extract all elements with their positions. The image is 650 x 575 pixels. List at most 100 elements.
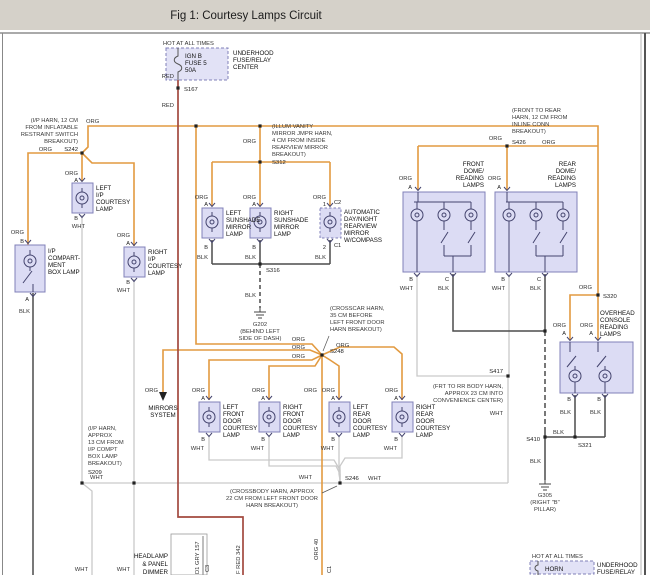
wire-label-org: ORG [145,388,159,394]
wire-label-org: ORG [553,323,567,329]
auto-mirror-label: AUTOMATICDAY/NIGHTREARVIEWMIRRORW/COMPAS… [344,209,382,244]
courtesy-lamps-circuit-diagram: Fig 1: Courtesy Lamps Circuit [0,0,650,575]
wiring-diagram-page: Fig 1: Courtesy Lamps Circuit [0,0,650,575]
splice-label-s242: S242 [64,147,78,153]
splice-dot-s246 [338,481,341,484]
wire-label-blk: BLK [530,286,541,292]
pin-label-b: B [204,245,208,251]
note-s426: (FRONT TO REARHARN, 12 CM FROMINLINE CON… [512,108,568,135]
splice-label-s417: S417 [489,369,503,375]
wire-label-org: ORG [292,345,306,351]
wire-label-red: RED [162,74,174,80]
wire-label-wht: WHT [72,224,86,230]
pin-label-c: C [445,277,449,283]
wire-wht-s209-downleg [82,483,92,575]
wire-label-wht: WHT [251,446,265,452]
headlamp-switch-box [171,534,207,575]
pin-label-b: B [201,437,205,443]
wire-org-ohc-feeds [570,295,598,340]
horn-hot-label: HOT AT ALL TIMES [532,554,583,560]
right-front-door-lamp-box [259,402,280,432]
right-front-door-lamp-label: RIGHTFRONTDOORCOURTESYLAMP [283,404,317,439]
wire-label-blk: BLK [245,255,256,261]
note-s248: (CROSSCAR HARN,35 CM BEFORELEFT FRONT DO… [330,306,385,333]
pin-label-b: B [394,437,398,443]
wire-label-blk: BLK [560,410,571,416]
splice-label-s316: S316 [266,268,280,274]
wire-label-wht: WHT [191,446,205,452]
pin-label-2: 2 [323,245,326,251]
left-front-door-lamp-box [199,402,220,432]
ground-label-g202: G202(BEHIND LEFTSIDE OF DASH) [239,322,282,342]
wire-label-wht: WHT [384,446,398,452]
wire-label-org: ORG [313,195,327,201]
wire-label-org: ORG [243,195,257,201]
wire-org-s248-riser [196,126,322,355]
wire-label-org: ORG [580,323,594,329]
wire-label-wht: WHT [492,286,506,292]
wire-label-org: ORG [385,388,399,394]
right-ip-courtesy-lamp-box [124,247,145,277]
wire-label-org: ORG [322,388,336,394]
wire-label-org: ORG [117,233,131,239]
s248-note-leader [323,336,329,351]
wire-label-blk: BLK [245,293,256,299]
pin-label-b: B [331,437,335,443]
title-bar [0,0,650,30]
right-rear-door-lamp-box [392,402,413,432]
fuse-location-label: UNDERHOODFUSE/RELAYCENTER [233,50,274,71]
wire-label-wht: WHT [117,288,131,294]
junction-dot [543,329,546,332]
wire-label-org: ORG [86,119,100,125]
mirrors-system-arrow-icon [159,392,167,401]
wire-label-blk: BLK [19,309,30,315]
pin-label-a: A [562,331,566,337]
pin-label-1: 1 [323,202,326,208]
splice-dot-s316 [258,262,261,265]
pin-label-c1: C1 [334,243,341,249]
splice-label-s410: S410 [526,437,540,443]
wire-label-blk: BLK [530,459,541,465]
splice-dot-s248 [320,353,323,356]
note-s209: (I/P HARN,APPROX13 CM FROMI/P COMPTBOX L… [88,426,124,467]
wire-label-org: ORG [195,195,209,201]
splice-label-s321: S321 [578,443,592,449]
splice-dot-s321 [573,435,576,438]
pin-label-b: B [252,245,256,251]
splice-dot-s167 [176,86,179,89]
splice-label-s312: S312 [272,160,286,166]
pin-label-b: B [261,437,265,443]
pin-label-b: B [126,280,130,286]
splice-dot-s209 [80,481,83,484]
wire-label-wht: WHT [90,475,104,481]
wire-label-wht: WHT [490,411,504,417]
pin-label-a: A [25,297,29,303]
wire-blk-sunshade-net [212,240,330,264]
wire-label-org: ORG [542,140,556,146]
wire-label-wht: WHT [321,446,335,452]
overhead-console-lamps-box [560,342,633,393]
front-dome-lamps-label: FRONTDOME/READINGLAMPS [456,161,484,189]
wire-label-org: ORG [252,388,266,394]
s246-note-leader [322,486,337,493]
wire-label-wht: WHT [117,567,131,573]
wire-label-blk: BLK [590,410,601,416]
circuit-label-red342: F RED 342 [236,545,242,574]
left-rear-door-lamp-label: LEFTREARDOORCOURTESYLAMP [353,404,387,439]
horn-location-label: UNDERHOODFUSE/RELAY [597,562,638,575]
splice-dot-s312 [258,160,261,163]
junction-dot [258,124,261,127]
wire-label-org: ORG [579,285,593,291]
overhead-console-lamps-label: OVERHEADCONSOLEREADINGLAMPS [600,310,635,338]
pin-label-c3: C3 [205,565,211,572]
note-s417: (FRT TO RR BODY HARN,APPROX 23 CM INTOCO… [433,384,504,404]
wire-label-wht: WHT [368,476,382,482]
right-ip-courtesy-lamp-label: RIGHTI/PCOURTESYLAMP [148,249,182,277]
mirrors-system-label: MIRRORSSYSTEM [148,405,177,419]
horn-fuse-label: HORN [545,566,563,573]
junction-dot [132,481,135,484]
pin-label-b: B [74,216,78,222]
splice-label-s246: S246 [345,476,359,482]
splice-label-s248: S248 [330,349,344,355]
splice-dot-s410 [543,435,546,438]
